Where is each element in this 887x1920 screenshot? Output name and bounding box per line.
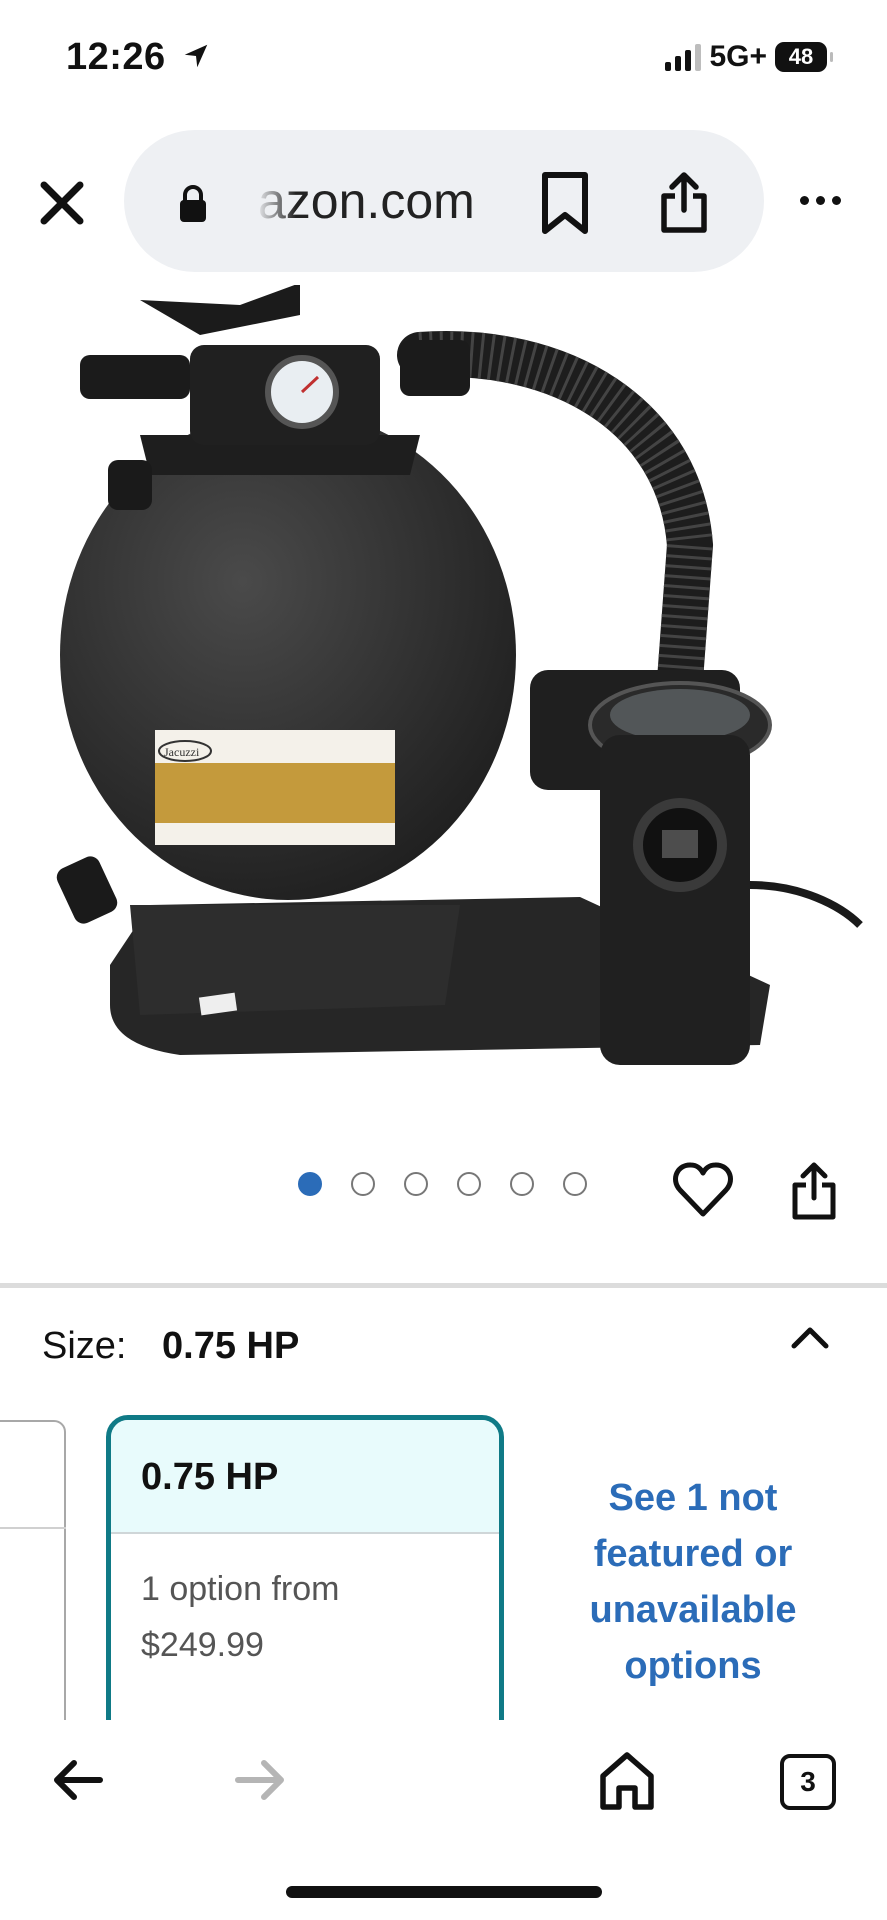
battery-icon: 48	[775, 42, 833, 72]
carousel-dots[interactable]	[298, 1172, 587, 1196]
forward-arrow-icon	[235, 1760, 284, 1800]
see-more-options-link[interactable]: See 1 not featured or unavailable option…	[558, 1470, 828, 1694]
carousel-dot[interactable]	[298, 1172, 322, 1196]
home-indicator[interactable]	[286, 1886, 602, 1898]
size-label: Size:	[42, 1325, 127, 1367]
tabs-count: 3	[800, 1766, 816, 1797]
option-title: 0.75 HP	[141, 1456, 279, 1498]
option-price: $249.99	[141, 1626, 264, 1664]
size-value: 0.75 HP	[162, 1325, 300, 1367]
option-availability: 1 option from	[141, 1570, 340, 1608]
back-button[interactable]	[50, 1757, 104, 1808]
share-icon	[661, 172, 707, 233]
home-icon	[600, 1752, 654, 1810]
product-image[interactable]: Jacuzzi	[0, 283, 887, 1085]
carousel-dot[interactable]	[404, 1172, 428, 1196]
close-icon	[40, 181, 84, 225]
more-icon-dot	[800, 196, 809, 205]
location-arrow-icon	[184, 44, 208, 68]
carousel-dot[interactable]	[351, 1172, 375, 1196]
status-time-text: 12:26	[66, 36, 166, 78]
lock-icon	[176, 184, 210, 229]
share-icon	[792, 1162, 836, 1220]
share-button[interactable]	[788, 1160, 840, 1227]
share-button-top[interactable]	[656, 170, 712, 241]
chevron-up-icon	[791, 1327, 829, 1349]
status-time: 12:26	[66, 36, 211, 79]
section-divider	[0, 1283, 887, 1288]
carousel-dot[interactable]	[510, 1172, 534, 1196]
bookmark-icon	[542, 172, 588, 234]
pool-filter-pump-illustration: Jacuzzi	[56, 283, 863, 1065]
url-fade	[256, 170, 296, 232]
heart-icon	[673, 1162, 733, 1217]
battery-level: 48	[788, 44, 814, 69]
back-arrow-icon	[54, 1760, 103, 1800]
carousel-dot[interactable]	[457, 1172, 481, 1196]
collapse-button[interactable]	[788, 1322, 832, 1357]
favorite-button[interactable]	[672, 1160, 734, 1225]
bookmark-button[interactable]	[538, 170, 592, 241]
status-indicators: 5G+ 48	[665, 40, 833, 74]
signal-icon	[665, 43, 702, 71]
card-divider	[0, 1527, 66, 1529]
forward-button[interactable]	[234, 1757, 288, 1808]
network-type: 5G+	[709, 40, 767, 73]
close-button[interactable]	[34, 175, 90, 231]
home-button[interactable]	[598, 1750, 656, 1817]
tabs-button[interactable]: 3	[780, 1754, 836, 1810]
more-icon-dot	[816, 196, 825, 205]
more-icon-dot	[832, 196, 841, 205]
brand-label: Jacuzzi	[164, 745, 200, 759]
carousel-dot[interactable]	[563, 1172, 587, 1196]
more-button[interactable]	[800, 196, 841, 205]
